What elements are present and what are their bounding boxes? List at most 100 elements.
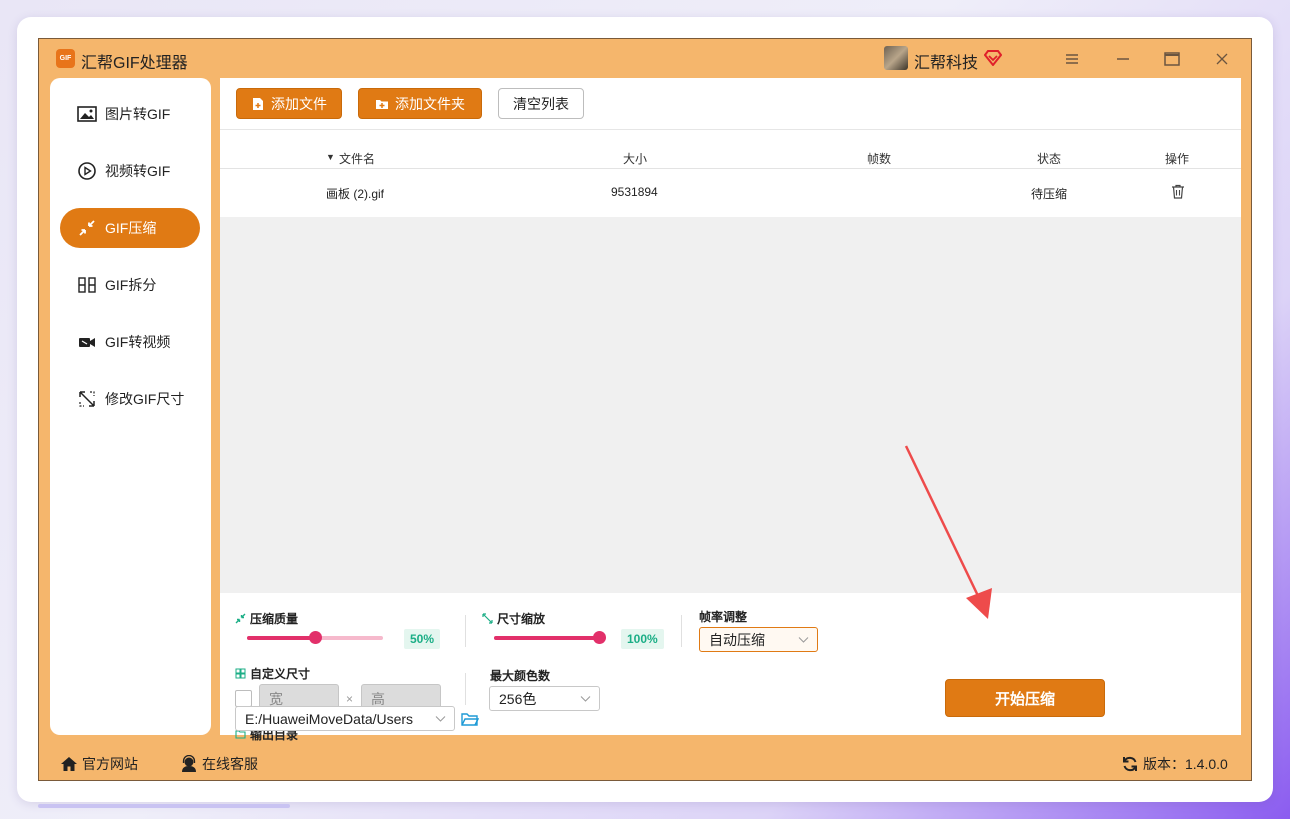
scale-percent-badge: 100% bbox=[621, 629, 664, 649]
sidebar-item-label: 修改GIF尺寸 bbox=[105, 391, 185, 407]
split-icon bbox=[78, 277, 96, 293]
column-header-frames[interactable]: 帧数 bbox=[867, 150, 891, 167]
scale-slider[interactable] bbox=[494, 631, 606, 645]
custom-size-label: 自定义尺寸 bbox=[235, 665, 310, 682]
chevron-down-icon bbox=[798, 637, 809, 643]
taskbar-indicator bbox=[38, 804, 290, 808]
sidebar-item-video-to-gif[interactable]: 视频转GIF bbox=[60, 151, 200, 191]
app-title: 汇帮GIF处理器 bbox=[81, 55, 188, 72]
divider bbox=[465, 673, 466, 705]
add-folder-icon bbox=[376, 99, 388, 109]
chevron-down-icon bbox=[435, 716, 446, 722]
divider bbox=[465, 615, 466, 647]
scale-label-text: 尺寸缩放 bbox=[497, 612, 546, 626]
clear-list-button[interactable]: 清空列表 bbox=[498, 88, 584, 119]
maximize-icon[interactable] bbox=[1161, 48, 1183, 70]
sidebar-item-gif-split[interactable]: GIF拆分 bbox=[60, 265, 200, 305]
framerate-label-text: 帧率调整 bbox=[699, 610, 748, 624]
file-table-header: ▼ 文件名 大小 帧数 状态 操作 bbox=[220, 146, 1241, 169]
add-file-button[interactable]: 添加文件 bbox=[236, 88, 342, 119]
resize-icon bbox=[79, 391, 95, 407]
scale-slider-fill bbox=[494, 636, 599, 640]
quality-label: 压缩质量 bbox=[235, 610, 298, 627]
scale-slider-thumb[interactable] bbox=[593, 631, 606, 644]
start-compress-button[interactable]: 开始压缩 bbox=[945, 679, 1105, 717]
compress-icon bbox=[79, 220, 95, 236]
sidebar-item-label: 图片转GIF bbox=[105, 106, 171, 122]
file-status: 待压缩 bbox=[1031, 187, 1068, 201]
quality-label-text: 压缩质量 bbox=[250, 612, 299, 626]
max-colors-select[interactable]: 256色 bbox=[489, 686, 600, 711]
delete-icon[interactable] bbox=[1171, 184, 1185, 199]
app-window: GIF 汇帮GIF处理器 汇帮科技 图片转GIF 视频转GIF GIF压缩 GI… bbox=[38, 38, 1252, 781]
version-info: 版本：1.4.0.0 bbox=[1121, 754, 1228, 774]
add-folder-label: 添加文件夹 bbox=[395, 95, 465, 112]
sidebar-item-label: GIF转视频 bbox=[105, 334, 171, 350]
avatar[interactable] bbox=[884, 46, 908, 70]
framerate-label: 帧率调整 bbox=[699, 608, 747, 625]
sidebar-item-resize-gif[interactable]: 修改GIF尺寸 bbox=[60, 379, 200, 419]
company-name: 汇帮科技 bbox=[914, 55, 979, 72]
image-icon bbox=[77, 106, 97, 122]
play-circle-icon bbox=[78, 162, 96, 180]
quality-slider[interactable] bbox=[247, 631, 383, 645]
output-path-select[interactable]: E:/HuaweiMoveData/Users bbox=[235, 706, 455, 731]
max-colors-label-text: 最大颜色数 bbox=[490, 669, 551, 683]
sidebar-item-image-to-gif[interactable]: 图片转GIF bbox=[60, 94, 200, 134]
support-agent-icon bbox=[182, 755, 196, 772]
divider bbox=[681, 615, 682, 647]
close-icon[interactable] bbox=[1211, 48, 1233, 70]
minimize-icon[interactable] bbox=[1112, 48, 1134, 70]
footer: 官方网站 在线客服 版本：1.4.0.0 bbox=[39, 747, 1251, 781]
refresh-icon[interactable] bbox=[1121, 755, 1139, 773]
output-path-value: E:/HuaweiMoveData/Users bbox=[245, 710, 414, 727]
app-logo-icon: GIF bbox=[56, 49, 75, 68]
support-link[interactable]: 在线客服 bbox=[180, 754, 258, 774]
add-file-label: 添加文件 bbox=[271, 95, 327, 112]
max-colors-select-value: 256色 bbox=[499, 690, 537, 707]
menu-icon[interactable] bbox=[1061, 48, 1083, 70]
column-header-status[interactable]: 状态 bbox=[1037, 150, 1061, 167]
sidebar-item-gif-to-video[interactable]: GIF转视频 bbox=[60, 322, 200, 362]
file-name: 画板 (2).gif bbox=[326, 187, 385, 201]
title-bar: GIF 汇帮GIF处理器 汇帮科技 bbox=[39, 39, 1251, 79]
scale-label: 尺寸缩放 bbox=[482, 610, 545, 627]
sort-desc-icon[interactable]: ▼ bbox=[326, 152, 335, 162]
sidebar: 图片转GIF 视频转GIF GIF压缩 GIF拆分 GIF转视频 修改GIF尺寸 bbox=[50, 78, 211, 735]
home-icon bbox=[61, 757, 77, 771]
sidebar-item-gif-compress[interactable]: GIF压缩 bbox=[60, 208, 200, 248]
quality-slider-fill bbox=[247, 636, 315, 640]
sidebar-item-label: GIF拆分 bbox=[105, 277, 157, 293]
framerate-select-value: 自动压缩 bbox=[709, 631, 765, 648]
vip-diamond-icon[interactable] bbox=[984, 50, 1002, 66]
resize-small-icon bbox=[482, 613, 493, 624]
custom-size-label-text: 自定义尺寸 bbox=[250, 667, 311, 681]
add-file-icon bbox=[253, 97, 263, 110]
video-camera-icon bbox=[79, 338, 95, 347]
grid-icon bbox=[235, 668, 246, 679]
max-colors-label: 最大颜色数 bbox=[490, 667, 550, 684]
clear-list-label: 清空列表 bbox=[513, 95, 569, 112]
quality-percent-badge: 50% bbox=[404, 629, 441, 649]
compress-small-icon bbox=[235, 613, 246, 624]
support-label: 在线客服 bbox=[202, 756, 258, 772]
column-header-size[interactable]: 大小 bbox=[623, 150, 647, 167]
quality-slider-thumb[interactable] bbox=[309, 631, 322, 644]
toolbar: 添加文件 添加文件夹 清空列表 bbox=[220, 78, 1241, 130]
open-folder-icon[interactable] bbox=[461, 711, 479, 727]
file-list-empty-area[interactable] bbox=[220, 217, 1241, 593]
add-folder-button[interactable]: 添加文件夹 bbox=[358, 88, 482, 119]
column-header-name[interactable]: 文件名 bbox=[339, 150, 375, 167]
file-size: 9531894 bbox=[611, 185, 658, 199]
website-link[interactable]: 官方网站 bbox=[60, 754, 138, 774]
table-row[interactable]: 画板 (2).gif 9531894 待压缩 bbox=[220, 169, 1241, 217]
column-header-actions: 操作 bbox=[1165, 152, 1190, 166]
sidebar-item-label: GIF压缩 bbox=[105, 220, 157, 236]
main-panel: 添加文件 添加文件夹 清空列表 ▼ 文件名 大小 帧数 状态 操作 画板 (2)… bbox=[220, 78, 1241, 742]
times-sign: × bbox=[346, 692, 354, 706]
custom-size-checkbox[interactable] bbox=[235, 690, 252, 707]
version-label: 版本：1.4.0.0 bbox=[1143, 756, 1228, 772]
framerate-select[interactable]: 自动压缩 bbox=[699, 627, 818, 652]
sidebar-item-label: 视频转GIF bbox=[105, 163, 171, 179]
chevron-down-icon bbox=[580, 696, 591, 702]
